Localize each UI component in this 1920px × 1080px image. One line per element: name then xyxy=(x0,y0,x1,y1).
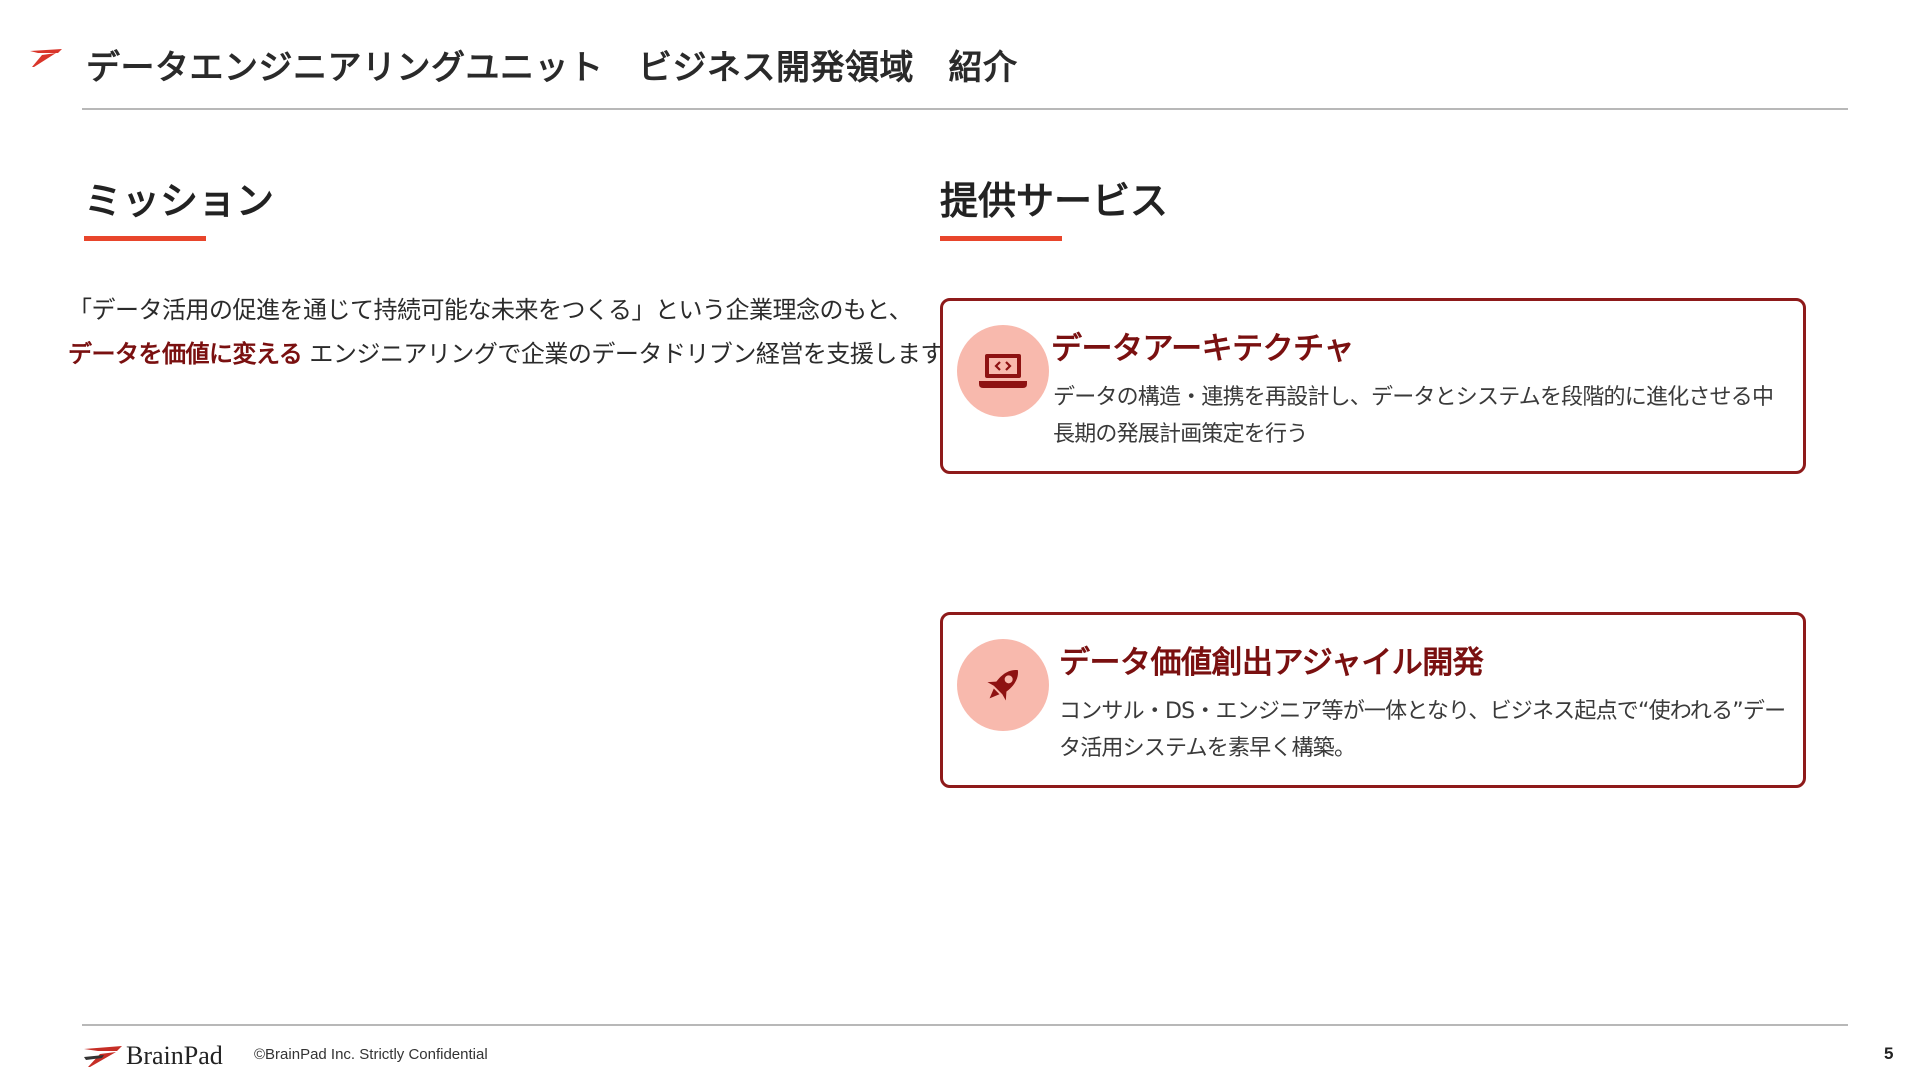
laptop-code-icon xyxy=(979,354,1027,388)
mission-line-2: データを価値に変える エンジニアリングで企業のデータドリブン経営を支援します。 xyxy=(68,332,966,376)
service-card-agile-development: データ価値創出アジャイル開発 コンサル・DS・エンジニア等が一体となり、ビジネス… xyxy=(940,612,1806,788)
mission-line-1: 「データ活用の促進を通じて持続可能な未来をつくる」という企業理念のもと、 xyxy=(68,296,913,324)
mission-statement: 「データ活用の促進を通じて持続可能な未来をつくる」という企業理念のもと、 データ… xyxy=(68,288,966,376)
mission-line-2-rest: エンジニアリングで企業のデータドリブン経営を支援します。 xyxy=(302,340,966,368)
service-title: データ価値創出アジャイル開発 xyxy=(1059,645,1484,681)
title-divider xyxy=(82,108,1848,110)
service-icon-badge xyxy=(957,639,1049,731)
service-title: データアーキテクチャ xyxy=(1051,331,1354,367)
service-description: データの構造・連携を再設計し、データとシステムを段階的に進化させる中長期の発展計… xyxy=(1053,385,1774,447)
footer-divider xyxy=(82,1024,1848,1026)
brand-mark-icon xyxy=(30,49,62,67)
page-title: データエンジニアリングユニット ビジネス開発領域 紹介 xyxy=(86,48,1018,88)
footer-copyright: ©BrainPad Inc. Strictly Confidential xyxy=(254,1046,488,1063)
service-icon-badge xyxy=(957,325,1049,417)
rocket-icon xyxy=(987,670,1018,701)
mission-heading: ミッション xyxy=(84,179,275,223)
services-heading-underline xyxy=(940,236,1062,241)
services-heading: 提供サービス xyxy=(940,179,1169,223)
service-description: コンサル・DS・エンジニア等が一体となり、ビジネス起点で“使われる”データ活用シ… xyxy=(1059,699,1786,761)
mission-heading-underline xyxy=(84,236,206,241)
footer-brand-name: BrainPad xyxy=(126,1041,223,1070)
service-card-data-architecture: データアーキテクチャ データの構造・連携を再設計し、データとシステムを段階的に進… xyxy=(940,298,1806,474)
brainpad-logo: BrainPad xyxy=(84,1041,223,1070)
mission-emphasis: データを価値に変える xyxy=(68,340,303,368)
page-number: 5 xyxy=(1884,1044,1894,1063)
